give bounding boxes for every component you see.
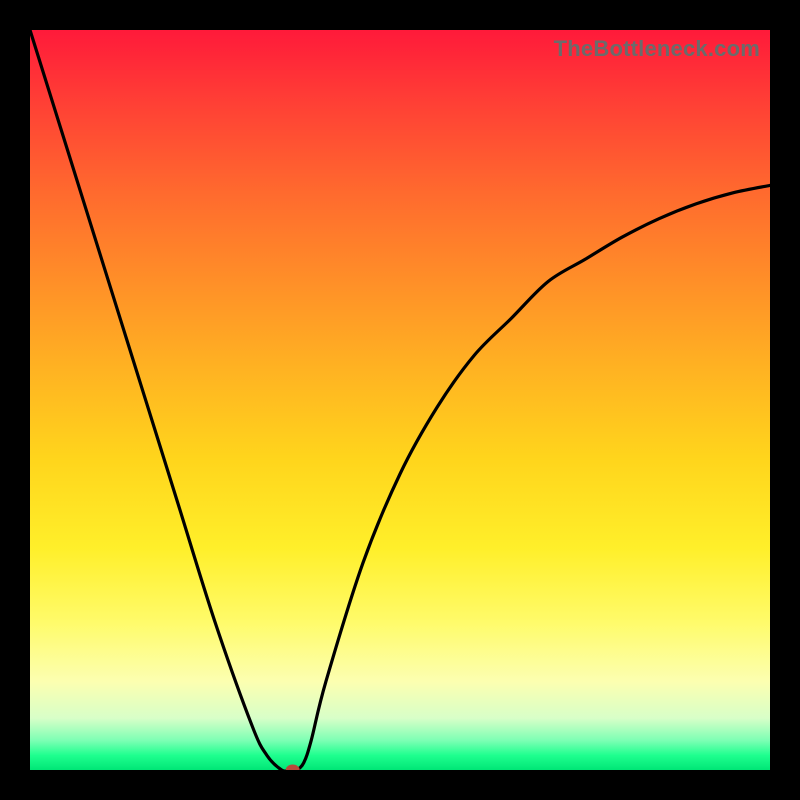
plot-area: TheBottleneck.com [30, 30, 770, 770]
curve-layer [30, 30, 770, 770]
chart-frame: TheBottleneck.com [0, 0, 800, 800]
minimum-marker [286, 765, 300, 771]
bottleneck-curve [30, 30, 770, 770]
